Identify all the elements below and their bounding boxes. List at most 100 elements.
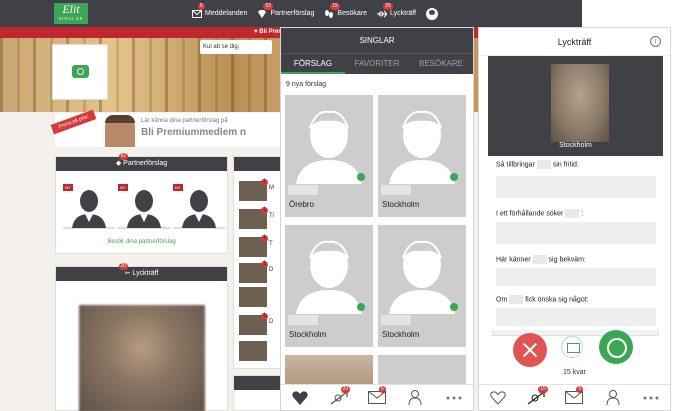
question-text: I ett förhållande söker — [496, 210, 564, 218]
top-navigation-bar: Elit SINGLAR 5 Meddelanden 92 Partnerför… — [0, 0, 582, 27]
singlar-tabs: FÖRSLAG FAVORITER BESÖKARE — [281, 53, 473, 74]
nav-badge: 92 — [263, 2, 273, 10]
tab-favorites-heart[interactable] — [290, 390, 310, 406]
footprints-icon — [325, 9, 334, 18]
suggestion-city: Stockholm — [289, 330, 327, 339]
reject-button[interactable] — [513, 333, 547, 367]
match-photo-area: Stockholm — [488, 56, 663, 156]
suggestion-city: Stockholm — [382, 330, 420, 339]
tab-badge: 15 — [538, 385, 548, 393]
silhouette-icon — [296, 240, 362, 314]
account-avatar-icon[interactable] — [426, 7, 439, 20]
profile-photo-upload[interactable] — [52, 44, 108, 100]
nav-visitors[interactable]: 15 Besökare — [324, 2, 367, 18]
top-nav-menu: 5 Meddelanden 92 Partnerförslag 15 Besök… — [192, 0, 439, 27]
message-row[interactable]: 1T — [239, 235, 273, 257]
card-title: Partnerförslag — [123, 160, 168, 167]
question-text: Om — [496, 296, 508, 304]
partner-thumbnail[interactable]: NY — [63, 184, 115, 229]
nav-partner-suggestions[interactable]: 92 Partnerförslag — [257, 2, 314, 18]
like-button[interactable] — [599, 330, 633, 364]
visit-suggestions-link[interactable]: Besök dina partnerförslag — [56, 239, 227, 245]
tab-messages[interactable]: 5 — [564, 385, 584, 406]
elit-logo[interactable]: Elit SINGLAR — [54, 3, 88, 24]
lucky-match-photo[interactable] — [79, 305, 205, 411]
person-icon — [606, 390, 620, 405]
message-row[interactable]: 1 Ti — [239, 207, 274, 229]
message-row[interactable]: 1M — [239, 179, 274, 201]
message-preview: M — [269, 185, 274, 191]
message-row[interactable] — [239, 341, 267, 361]
tab-profile[interactable] — [405, 390, 425, 406]
singlar-phone-screen: SINGLAR FÖRSLAG FAVORITER BESÖKARE 9 nya… — [280, 27, 474, 411]
logo-subtext: SINGLAR — [58, 16, 84, 21]
nav-badge: 15 — [330, 2, 340, 10]
message-preview: D — [269, 319, 274, 325]
blurred-answer — [496, 176, 656, 198]
tab-suggestions[interactable]: FÖRSLAG — [281, 54, 345, 74]
bottom-tab-bar: 20 5 — [281, 384, 473, 410]
silhouette-icon — [296, 110, 362, 184]
tab-lucky-match[interactable]: 20 — [329, 385, 351, 406]
blurred-answer — [496, 308, 656, 326]
silhouette-icon — [127, 190, 161, 228]
dots-icon — [446, 396, 462, 399]
nav-messages[interactable]: 5 Meddelanden — [192, 2, 247, 18]
partner-thumbnail[interactable]: NY — [118, 184, 170, 229]
online-indicator — [450, 303, 458, 311]
envelope-icon — [565, 391, 584, 404]
blurred-name — [288, 185, 318, 195]
message-preview: T — [269, 241, 273, 247]
message-row[interactable] — [239, 287, 267, 307]
tab-profile[interactable] — [603, 390, 623, 406]
profile-question: Om fick önska sig något: — [496, 295, 589, 304]
nav-badge: 5 — [198, 2, 205, 10]
online-indicator — [450, 173, 458, 181]
match-photo[interactable] — [551, 64, 609, 142]
tab-favorites-heart[interactable] — [488, 390, 508, 406]
silhouette-icon — [182, 190, 216, 228]
card-badge: 20 — [118, 263, 129, 270]
premium-banner[interactable]: Prova på pris! Lär känna dina partnerför… — [50, 109, 280, 147]
blurred-answer — [496, 268, 656, 286]
envelope-icon — [367, 391, 386, 404]
blurred-name — [381, 315, 411, 325]
tab-messages[interactable]: 5 — [367, 385, 387, 406]
message-row[interactable]: 1D — [239, 313, 273, 335]
suggestion-card[interactable]: Stockholm — [378, 225, 466, 347]
banner-small-text: Lär känna dina partnerförslag på — [141, 118, 228, 124]
blurred-name — [509, 295, 524, 304]
suggestion-card[interactable]: Stockholm — [378, 95, 466, 217]
question-text: : — [581, 210, 584, 218]
diamond-icon — [258, 9, 267, 18]
info-icon[interactable]: i — [650, 36, 661, 47]
suggestion-card[interactable]: Stockholm — [285, 225, 373, 347]
blurred-name — [565, 209, 580, 218]
nav-badge: 20 — [382, 2, 393, 10]
screen-header: Lyckträff i — [479, 28, 670, 56]
message-preview: D — [269, 267, 274, 273]
card-title: Lyckträff — [132, 270, 159, 277]
suggestion-city: Stockholm — [382, 200, 420, 209]
suggestion-card[interactable]: Örebro — [285, 95, 373, 217]
camera-icon — [72, 65, 89, 78]
more-icon[interactable] — [641, 390, 661, 406]
heart-outline-icon — [490, 390, 506, 405]
send-message-button[interactable] — [561, 336, 583, 358]
message-row[interactable]: 1D — [239, 261, 273, 283]
tab-lucky-match[interactable]: 15 — [526, 385, 548, 406]
banner-man-photo — [105, 115, 135, 147]
tab-favorites[interactable]: FAVORITER — [345, 54, 409, 74]
screen-header: SINGLAR — [281, 28, 473, 53]
person-icon — [408, 390, 422, 405]
arrow-heart-icon — [330, 390, 348, 405]
blurred-name — [536, 160, 551, 169]
nav-lucky-match[interactable]: 20 Lyckträff — [376, 2, 416, 18]
trial-ribbon: Prova på pris! — [50, 109, 97, 135]
arrow-heart-icon — [376, 10, 387, 17]
partner-thumbnail[interactable]: NY — [173, 184, 225, 229]
more-icon[interactable] — [444, 390, 464, 406]
tab-visitors[interactable]: BESÖKARE — [409, 54, 473, 74]
blurred-name — [381, 185, 411, 195]
question-text: sig bekväm: — [548, 256, 586, 264]
